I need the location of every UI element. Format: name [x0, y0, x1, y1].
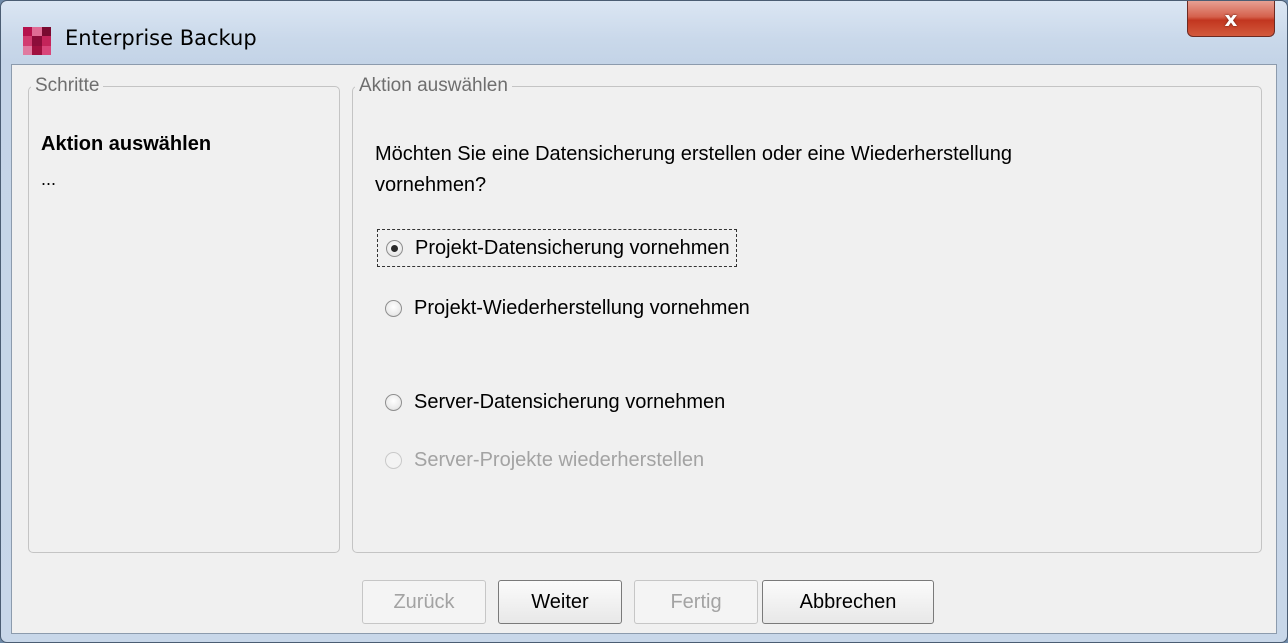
- close-icon: x: [1224, 6, 1238, 31]
- close-button[interactable]: x: [1187, 1, 1275, 37]
- option-label: Projekt-Wiederherstellung vornehmen: [414, 296, 750, 319]
- option-server-restore: Server-Projekte wiederherstellen: [377, 441, 710, 479]
- finish-button: Fertig: [634, 580, 758, 624]
- next-button[interactable]: Weiter: [498, 580, 622, 624]
- question-text: Möchten Sie eine Datensicherung erstelle…: [375, 143, 1013, 196]
- dialog-client-area: Schritte Aktion auswählen ... Aktion aus…: [11, 64, 1277, 634]
- option-server-backup[interactable]: Server-Datensicherung vornehmen: [377, 383, 731, 421]
- back-button: Zurück: [362, 580, 486, 624]
- steps-legend: Schritte: [35, 75, 100, 96]
- steps-panel: Schritte Aktion auswählen ...: [28, 75, 340, 553]
- title-bar[interactable]: Enterprise Backup x: [1, 1, 1287, 67]
- radio-button-disabled: [385, 451, 402, 469]
- option-project-restore[interactable]: Projekt-Wiederherstellung vornehmen: [377, 289, 756, 327]
- window-title: Enterprise Backup: [65, 26, 257, 50]
- option-label: Server-Projekte wiederherstellen: [414, 448, 705, 471]
- cancel-button[interactable]: Abbrechen: [762, 580, 934, 624]
- radio-button[interactable]: [385, 393, 402, 411]
- enterprise-backup-window: Enterprise Backup x Schritte Aktion ausw…: [0, 0, 1288, 643]
- option-label: Server-Datensicherung vornehmen: [414, 390, 726, 413]
- option-project-backup[interactable]: Projekt-Datensicherung vornehmen: [377, 229, 737, 267]
- radio-button-checked[interactable]: [386, 239, 403, 257]
- action-panel: Aktion auswählen Möchten Sie eine Datens…: [352, 75, 1262, 553]
- current-step: Aktion auswählen: [41, 133, 212, 155]
- option-label: Projekt-Datensicherung vornehmen: [415, 236, 730, 259]
- radio-button[interactable]: [385, 299, 402, 317]
- remaining-steps: ...: [41, 169, 57, 189]
- button-bar: Zurück Weiter Fertig Abbrechen: [12, 572, 1276, 624]
- action-legend: Aktion auswählen: [359, 75, 508, 96]
- app-icon: [23, 27, 51, 55]
